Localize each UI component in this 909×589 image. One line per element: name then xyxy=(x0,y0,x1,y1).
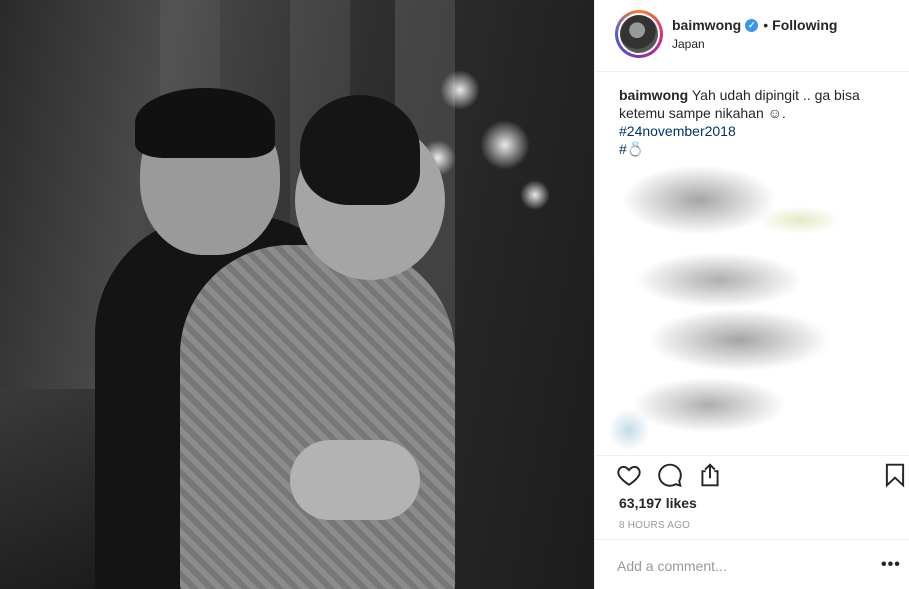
post-header: baimwong ✓ • Following Japan xyxy=(595,0,909,72)
post-timestamp[interactable]: 8 HOURS AGO xyxy=(619,520,690,531)
woman-hair xyxy=(300,95,420,205)
more-options-icon[interactable]: ••• xyxy=(881,556,901,574)
post-caption: baimwong Yah udah dipingit .. ga bisa ke… xyxy=(619,86,899,158)
bokeh-light xyxy=(480,120,530,170)
bokeh-light xyxy=(440,70,480,110)
hashtag-link[interactable]: #24november2018 xyxy=(619,122,899,140)
location-link[interactable]: Japan xyxy=(672,37,705,51)
heart-icon[interactable] xyxy=(616,462,644,490)
separator-dot: • xyxy=(763,17,769,33)
instagram-post: baimwong ✓ • Following Japan baimwong Ya… xyxy=(0,0,909,589)
woman-figure xyxy=(180,245,455,589)
share-icon[interactable] xyxy=(697,462,725,490)
post-photo[interactable] xyxy=(0,0,594,589)
caption-username[interactable]: baimwong xyxy=(619,87,688,103)
hashtag-link[interactable]: #💍 xyxy=(619,140,899,158)
user-line: baimwong ✓ • Following xyxy=(672,17,837,33)
bookmark-icon[interactable] xyxy=(882,462,909,490)
bokeh-light xyxy=(520,180,550,210)
post-side-panel: baimwong ✓ • Following Japan baimwong Ya… xyxy=(594,0,909,589)
speech-bubble-icon[interactable] xyxy=(657,462,685,490)
avatar[interactable] xyxy=(615,10,663,58)
username-link[interactable]: baimwong xyxy=(672,17,741,33)
action-bar xyxy=(595,455,909,495)
avatar-image xyxy=(620,15,658,53)
clasped-hands xyxy=(290,440,420,520)
comment-input[interactable] xyxy=(617,558,857,574)
likes-count[interactable]: 63,197 likes xyxy=(619,495,697,511)
man-hair xyxy=(135,88,275,158)
verified-badge-icon: ✓ xyxy=(745,18,759,32)
following-button[interactable]: Following xyxy=(772,17,837,33)
comment-bar: ••• xyxy=(595,539,909,589)
avatar-ring xyxy=(618,13,660,55)
blurred-comments-area xyxy=(609,160,869,460)
